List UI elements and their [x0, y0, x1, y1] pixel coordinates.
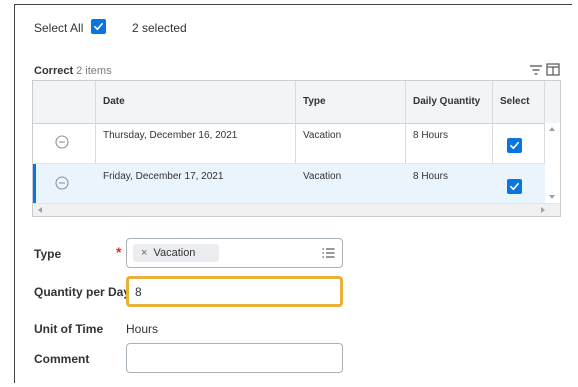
checkmark-icon [510, 182, 519, 191]
comment-input[interactable] [126, 343, 343, 373]
table-row[interactable]: Thursday, December 16, 2021 Vacation 8 H… [33, 123, 560, 164]
cell-date: Friday, December 17, 2021 [103, 171, 224, 182]
data-grid: Date Type Daily Quantity Select Thursday… [32, 80, 561, 217]
cell-type: Vacation [303, 171, 342, 182]
remove-pill-icon[interactable]: × [141, 247, 147, 259]
remove-row-icon[interactable] [55, 176, 69, 190]
cell-daily-quantity: 8 Hours [413, 171, 449, 182]
filter-icon[interactable] [529, 64, 543, 76]
column-header-select[interactable]: Select [492, 81, 529, 123]
remove-row-icon[interactable] [55, 135, 69, 149]
cell-type: Vacation [303, 130, 342, 141]
prompt-list-icon[interactable] [322, 247, 335, 259]
quantity-per-day-input[interactable]: 8 [126, 276, 343, 307]
select-all-label: Select All [34, 21, 84, 35]
scroll-left-icon[interactable] [38, 207, 42, 213]
scroll-up-icon[interactable] [549, 127, 555, 131]
required-indicator: * [116, 244, 122, 260]
column-header-date[interactable]: Date [95, 81, 125, 123]
cell-daily-quantity: 8 Hours [413, 130, 449, 141]
type-pill-text: Vacation [153, 247, 196, 259]
type-selected-pill: × Vacation [133, 244, 219, 262]
unit-of-time-label: Unit of Time [34, 322, 104, 336]
scroll-right-icon[interactable] [541, 207, 545, 213]
row-selection-indicator [33, 164, 36, 205]
checkmark-icon [94, 22, 103, 31]
table-row[interactable]: Friday, December 17, 2021 Vacation 8 Hou… [33, 164, 560, 205]
row-select-checkbox[interactable] [507, 138, 522, 153]
type-prompt-field[interactable]: × Vacation [126, 238, 343, 268]
grid-header: Date Type Daily Quantity Select [33, 81, 560, 124]
selected-count: 2 selected [132, 21, 187, 35]
select-all-checkbox[interactable] [91, 19, 106, 34]
columns-icon[interactable] [546, 63, 560, 76]
unit-of-time-value: Hours [126, 322, 159, 336]
row-select-checkbox[interactable] [507, 179, 522, 194]
cell-date: Thursday, December 16, 2021 [103, 130, 238, 141]
type-label: Type [34, 247, 62, 261]
grid-item-count: 2 items [76, 65, 112, 77]
horizontal-scrollbar[interactable] [33, 203, 560, 216]
column-header-daily-quantity[interactable]: Daily Quantity [405, 81, 480, 123]
grid-title-text: Correct [34, 65, 74, 77]
checkmark-icon [510, 141, 519, 150]
scroll-down-icon[interactable] [549, 195, 555, 199]
comment-label: Comment [34, 352, 90, 366]
vertical-scrollbar[interactable] [545, 123, 560, 205]
grid-title: Correct 2 items [34, 65, 112, 77]
quantity-per-day-label: Quantity per Day [34, 285, 131, 299]
column-header-type[interactable]: Type [295, 81, 326, 123]
